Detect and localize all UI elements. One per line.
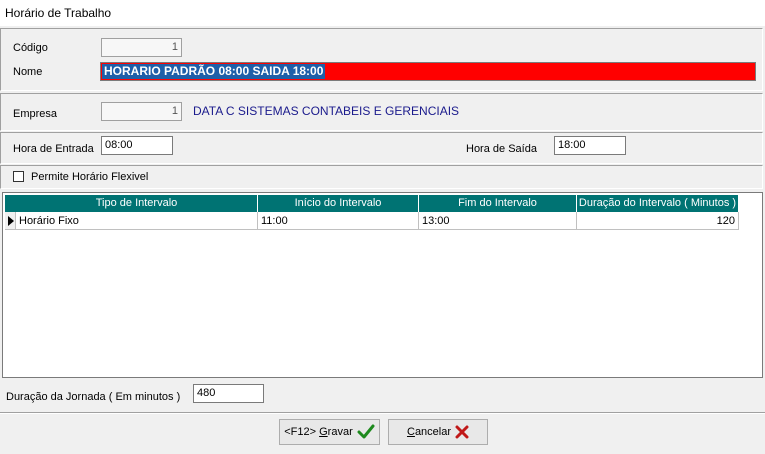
hora-saida-field[interactable]: 18:00 [554,136,626,155]
cancelar-button[interactable]: Cancelar [388,419,488,445]
cancelar-label: Cancelar [406,426,452,438]
hora-entrada-field[interactable]: 08:00 [101,136,173,155]
grid-header-inicio[interactable]: Início do Intervalo [258,195,419,212]
row-indicator[interactable] [5,212,16,230]
flexivel-label: Permite Horário Flexivel [31,171,149,183]
gravar-label: <F12> Gravar [284,426,353,438]
nome-selected-text: HORARIO PADRÃO 08:00 SAIDA 18:00 [102,64,326,79]
table-cell-inicio[interactable]: 11:00 [258,212,419,230]
empresa-code-field[interactable]: 1 [101,102,182,121]
nome-label: Nome [13,66,43,78]
hora-entrada-label: Hora de Entrada [13,143,94,155]
close-icon [455,425,469,439]
grid-header-fim[interactable]: Fim do Intervalo [419,195,577,212]
grid-indicator-header [5,195,16,212]
empresa-label: Empresa [13,108,58,120]
gravar-button[interactable]: <F12> Gravar [279,419,380,445]
intervalos-grid[interactable]: Tipo de Intervalo Início do Intervalo Fi… [2,192,763,378]
empresa-name-text: DATA C SISTEMAS CONTABEIS E GERENCIAIS [193,104,460,118]
duracao-field[interactable]: 480 [193,384,264,403]
hora-saida-label: Hora de Saída [466,143,537,155]
bottom-divider-highlight [0,413,765,414]
current-row-arrow-icon [8,216,14,226]
grid-header-tipo[interactable]: Tipo de Intervalo [16,195,258,212]
title-bar: Horário de Trabalho [0,0,765,26]
grid-header-duracao[interactable]: Duração do Intervalo ( Minutos ) [577,195,739,212]
nome-field[interactable]: HORARIO PADRÃO 08:00 SAIDA 18:00 [100,62,756,81]
flexivel-checkbox[interactable] [13,171,24,182]
window-title: Horário de Trabalho [5,6,112,20]
duracao-label: Duração da Jornada ( Em minutos ) [6,391,181,403]
table-cell-duracao[interactable]: 120 [577,212,739,230]
table-cell-fim[interactable]: 13:00 [419,212,577,230]
table-cell-tipo[interactable]: Horário Fixo [16,212,258,230]
codigo-label: Código [13,42,48,54]
check-icon [357,424,375,439]
codigo-field[interactable]: 1 [101,38,182,57]
